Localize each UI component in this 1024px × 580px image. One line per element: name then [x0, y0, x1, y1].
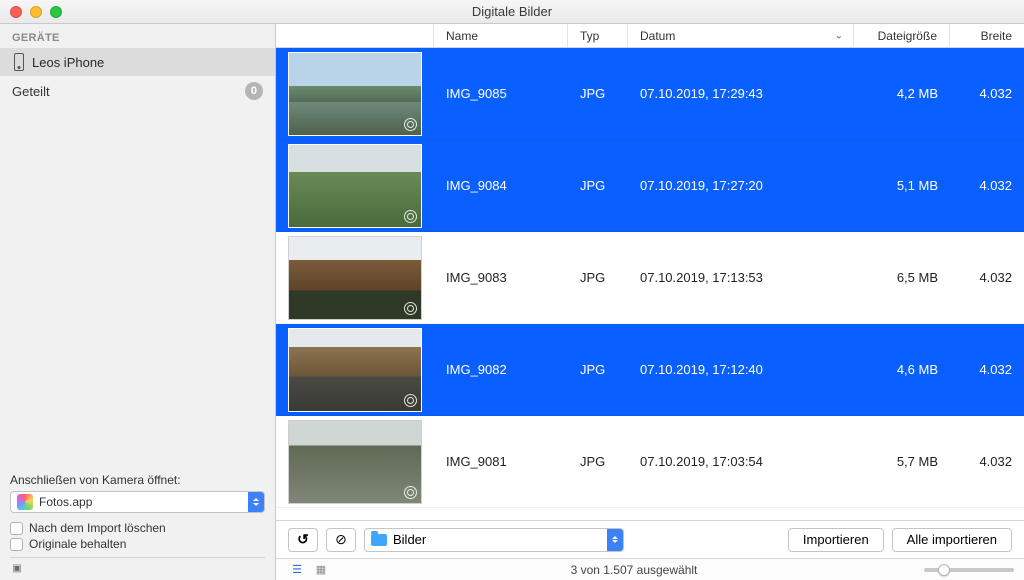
- cell-width: 4.032: [950, 362, 1024, 377]
- col-date-label: Datum: [640, 29, 675, 43]
- col-size[interactable]: Dateigröße: [854, 24, 950, 47]
- stepper-icon: [607, 529, 623, 551]
- thumbnail-size-slider[interactable]: [924, 568, 1014, 572]
- thumbnail-image: [288, 52, 422, 136]
- sidebar-footer: ▣: [10, 557, 265, 574]
- selection-status: 3 von 1.507 ausgewählt: [344, 563, 924, 577]
- sidebar-item-device[interactable]: Leos iPhone: [0, 48, 275, 76]
- rotate-button[interactable]: ↺: [288, 528, 318, 552]
- table-row[interactable]: IMG_9083JPG07.10.2019, 17:13:536,5 MB4.0…: [276, 232, 1024, 324]
- cell-name: IMG_9084: [434, 178, 568, 193]
- cell-date: 07.10.2019, 17:13:53: [628, 270, 854, 285]
- live-photo-icon: [404, 210, 417, 223]
- cell-date: 07.10.2019, 17:12:40: [628, 362, 854, 377]
- thumbnail-image: [288, 236, 422, 320]
- destination-picker[interactable]: Bilder: [364, 528, 624, 552]
- device-name: Leos iPhone: [32, 55, 104, 70]
- thumbnail-image: [288, 420, 422, 504]
- import-selected-button[interactable]: Importieren: [788, 528, 884, 552]
- live-photo-icon: [404, 302, 417, 315]
- cell-type: JPG: [568, 270, 628, 285]
- import-all-button[interactable]: Alle importieren: [892, 528, 1012, 552]
- shared-count-badge: 0: [245, 82, 263, 100]
- cell-width: 4.032: [950, 86, 1024, 101]
- open-with-value: Fotos.app: [39, 495, 248, 509]
- cell-thumb: [276, 52, 434, 136]
- stepper-icon: [248, 492, 264, 512]
- cell-type: JPG: [568, 178, 628, 193]
- sidebar-bottom: Anschließen von Kamera öffnet: Fotos.app…: [0, 473, 275, 580]
- status-bar: ☰ ▦ 3 von 1.507 ausgewählt: [276, 558, 1024, 580]
- cell-size: 6,5 MB: [854, 270, 950, 285]
- table-header: Name Typ Datum ⌄ Dateigröße Breite: [276, 24, 1024, 48]
- col-name[interactable]: Name: [434, 24, 568, 47]
- sidebar-item-shared[interactable]: Geteilt 0: [0, 76, 275, 106]
- table-row[interactable]: IMG_9082JPG07.10.2019, 17:12:404,6 MB4.0…: [276, 324, 1024, 416]
- cell-size: 5,7 MB: [854, 454, 950, 469]
- titlebar: Digitale Bilder: [0, 0, 1024, 24]
- shared-label: Geteilt: [12, 84, 50, 99]
- view-mode-toggle: ☰ ▦: [286, 562, 332, 578]
- thumbnail-image: [288, 144, 422, 228]
- cell-size: 4,6 MB: [854, 362, 950, 377]
- checkbox-icon: [10, 522, 23, 535]
- delete-after-import-checkbox[interactable]: Nach dem Import löschen: [10, 521, 265, 535]
- col-type[interactable]: Typ: [568, 24, 628, 47]
- cell-width: 4.032: [950, 270, 1024, 285]
- checkbox-icon: [10, 538, 23, 551]
- cell-thumb: [276, 420, 434, 504]
- cell-size: 5,1 MB: [854, 178, 950, 193]
- cell-date: 07.10.2019, 17:27:20: [628, 178, 854, 193]
- cell-name: IMG_9083: [434, 270, 568, 285]
- photos-app-icon: [17, 494, 33, 510]
- keep-originals-checkbox[interactable]: Originale behalten: [10, 537, 265, 551]
- iphone-icon: [14, 53, 24, 71]
- thumbnail-image: [288, 328, 422, 412]
- cell-size: 4,2 MB: [854, 86, 950, 101]
- cell-name: IMG_9081: [434, 454, 568, 469]
- cell-thumb: [276, 236, 434, 320]
- cell-name: IMG_9082: [434, 362, 568, 377]
- cell-type: JPG: [568, 454, 628, 469]
- cell-width: 4.032: [950, 454, 1024, 469]
- grid-view-button[interactable]: ▦: [310, 562, 332, 578]
- live-photo-icon: [404, 486, 417, 499]
- cell-type: JPG: [568, 86, 628, 101]
- table-body: IMG_9085JPG07.10.2019, 17:29:434,2 MB4.0…: [276, 48, 1024, 520]
- cell-date: 07.10.2019, 17:29:43: [628, 86, 854, 101]
- delete-after-label: Nach dem Import löschen: [29, 521, 166, 535]
- slider-knob[interactable]: [938, 564, 950, 576]
- cell-name: IMG_9085: [434, 86, 568, 101]
- show-hide-toggle-icon[interactable]: ▣: [10, 562, 24, 574]
- table-row[interactable]: IMG_9081JPG07.10.2019, 17:03:545,7 MB4.0…: [276, 416, 1024, 508]
- keep-originals-label: Originale behalten: [29, 537, 126, 551]
- col-width[interactable]: Breite: [950, 24, 1024, 47]
- col-thumb[interactable]: [276, 24, 434, 47]
- open-with-label: Anschließen von Kamera öffnet:: [10, 473, 265, 487]
- cell-date: 07.10.2019, 17:03:54: [628, 454, 854, 469]
- cell-thumb: [276, 328, 434, 412]
- open-with-picker[interactable]: Fotos.app: [10, 491, 265, 513]
- table-row[interactable]: IMG_9084JPG07.10.2019, 17:27:205,1 MB4.0…: [276, 140, 1024, 232]
- cell-type: JPG: [568, 362, 628, 377]
- window-title: Digitale Bilder: [0, 4, 1024, 19]
- live-photo-icon: [404, 118, 417, 131]
- sidebar: GERÄTE Leos iPhone Geteilt 0 Anschließen…: [0, 24, 276, 580]
- table-row[interactable]: IMG_9085JPG07.10.2019, 17:29:434,2 MB4.0…: [276, 48, 1024, 140]
- cell-width: 4.032: [950, 178, 1024, 193]
- content: Name Typ Datum ⌄ Dateigröße Breite IMG_9…: [276, 24, 1024, 580]
- col-date[interactable]: Datum ⌄: [628, 24, 854, 47]
- live-photo-icon: [404, 394, 417, 407]
- list-view-button[interactable]: ☰: [286, 562, 308, 578]
- sidebar-section-devices: GERÄTE: [0, 24, 275, 48]
- chevron-down-icon: ⌄: [835, 30, 843, 41]
- folder-icon: [371, 534, 387, 546]
- cell-thumb: [276, 144, 434, 228]
- action-bar: ↺ ⊘ Bilder Importieren Alle importieren: [276, 520, 1024, 558]
- destination-value: Bilder: [393, 532, 607, 547]
- cancel-button[interactable]: ⊘: [326, 528, 356, 552]
